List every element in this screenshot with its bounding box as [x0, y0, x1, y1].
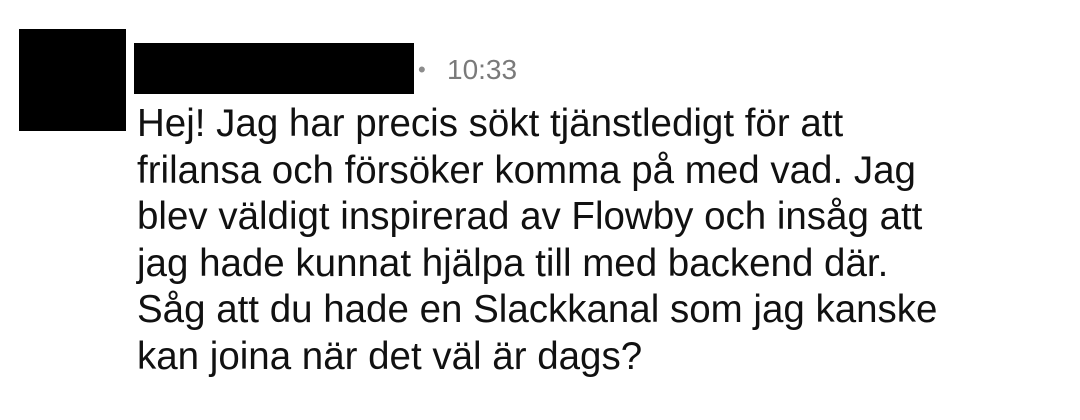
- message-line: jag hade kunnat hjälpa till med backend …: [137, 241, 889, 285]
- message-line: Hej! Jag har precis sökt tjänstledigt fö…: [137, 102, 844, 145]
- chat-message: • 10:33 Hej! Jag har precis sökt tjänstl…: [0, 0, 1080, 420]
- sender-name-redacted[interactable]: [134, 43, 414, 94]
- meta-separator: •: [418, 57, 426, 82]
- message-line: frilansa och försöker komma på med vad. …: [137, 148, 916, 192]
- message-line: blev väldigt inspirerad av Flowby och in…: [137, 195, 923, 238]
- message-timestamp[interactable]: 10:33: [447, 50, 517, 90]
- message-line: kan joina när det väl är dags?: [137, 334, 643, 378]
- avatar-redacted[interactable]: [19, 29, 126, 131]
- message-body: Hej! Jag har precis sökt tjänstledigt fö…: [137, 101, 1057, 380]
- message-line: Såg att du hade en Slackkanal som jag ka…: [137, 288, 938, 331]
